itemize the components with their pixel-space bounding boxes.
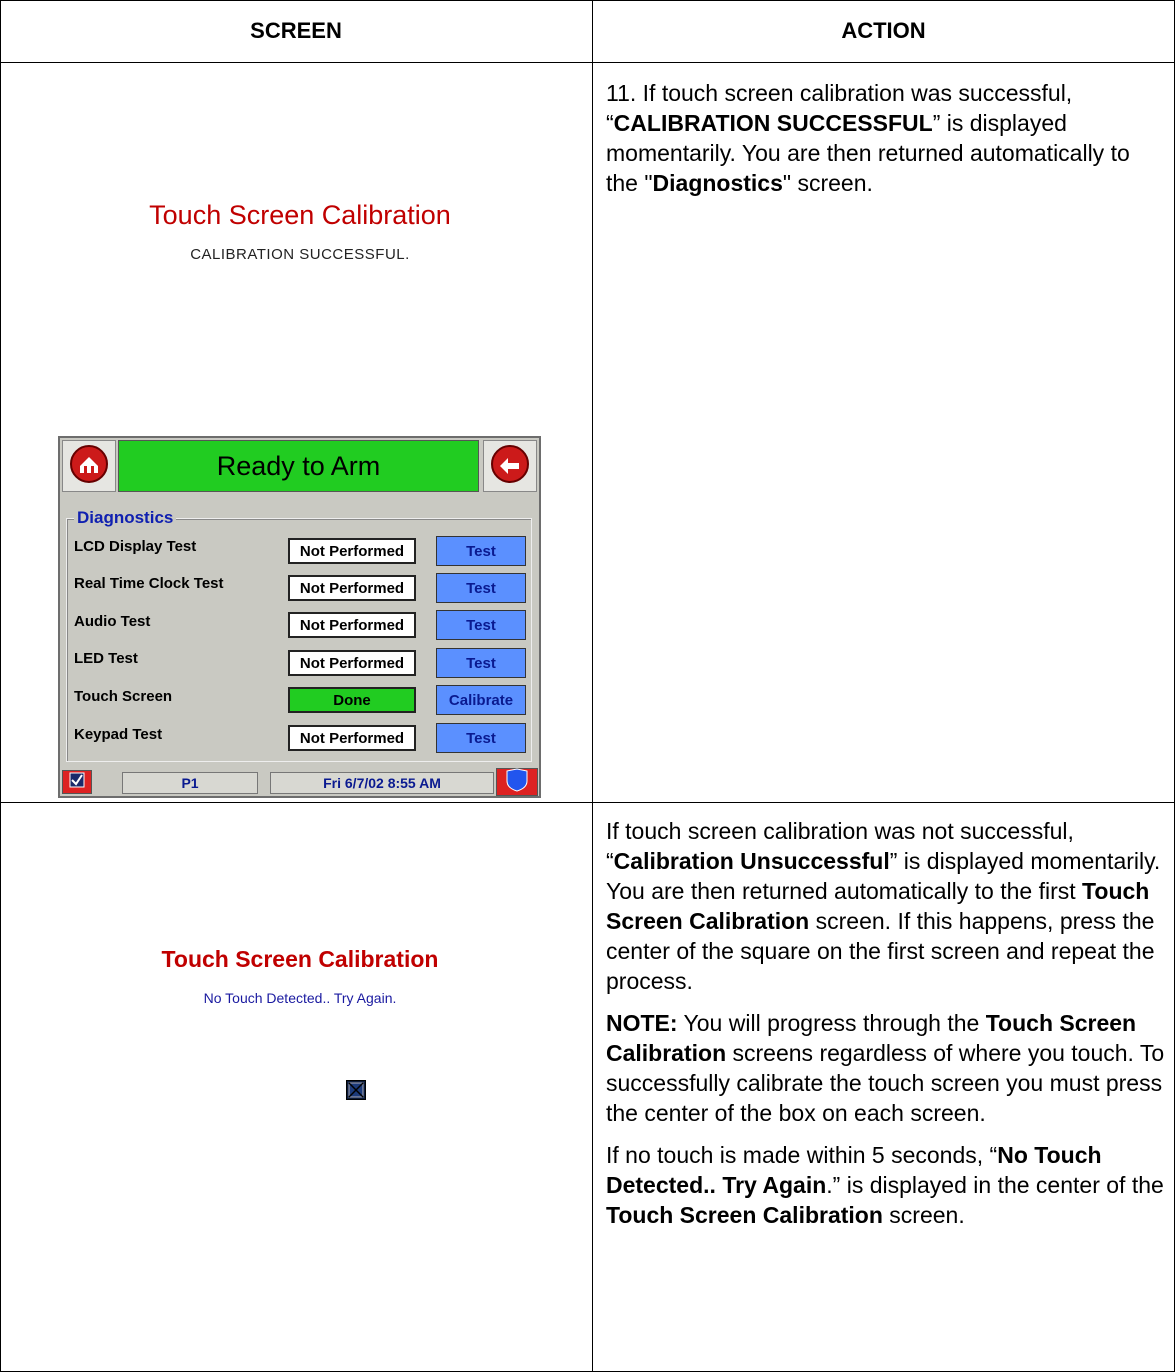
home-button[interactable]: [62, 440, 116, 492]
diag-row-status: Not Performed: [288, 575, 416, 601]
diagnostics-group-label: Diagnostics: [74, 508, 177, 528]
date-time: Fri 6/7/02 8:55 AM: [270, 772, 494, 794]
diag-row-status: Not Performed: [288, 725, 416, 751]
system-status: Ready to Arm: [118, 440, 479, 492]
diag-row-status: Not Performed: [288, 612, 416, 638]
diag-row-status: Not Performed: [288, 538, 416, 564]
diag-row-status: Done: [288, 687, 416, 713]
column-header-action: ACTION: [841, 18, 926, 43]
page-indicator: P1: [122, 772, 258, 794]
test-button[interactable]: Test: [436, 723, 526, 753]
header-divider: [0, 62, 1175, 63]
back-arrow-icon: [490, 444, 530, 489]
shield-icon: [504, 767, 530, 797]
bottom-bar: P1 Fri 6/7/02 8:55 AM: [60, 767, 539, 797]
calibration-message: CALIBRATION SUCCESSFUL.: [190, 246, 410, 263]
table-border-left: [0, 0, 1, 1372]
test-button[interactable]: Test: [436, 648, 526, 678]
test-button[interactable]: Test: [436, 536, 526, 566]
column-divider: [592, 0, 593, 1372]
calibration-title: Touch Screen Calibration: [161, 946, 439, 972]
diag-row-label: Keypad Test: [74, 726, 163, 743]
diag-row-status: Not Performed: [288, 650, 416, 676]
calibration-title: Touch Screen Calibration: [149, 200, 451, 230]
checkbox-button[interactable]: [62, 770, 92, 794]
calibration-message: No Touch Detected.. Try Again.: [203, 990, 397, 1006]
action-paragraph: If no touch is made within 5 seconds, “N…: [606, 1142, 1164, 1228]
action-text-success: 11. If touch screen calibration was succ…: [606, 80, 1130, 196]
shield-button[interactable]: [496, 767, 538, 797]
diagnostics-screen: Ready to Arm Diagnostics LCD Display Tes…: [58, 436, 541, 798]
home-icon: [69, 444, 109, 489]
diag-row-label: Audio Test: [74, 613, 151, 630]
diag-row-label: LCD Display Test: [74, 538, 197, 555]
calibrate-button[interactable]: Calibrate: [436, 685, 526, 715]
instruction-table: SCREEN ACTION Touch Screen Calibration C…: [0, 0, 1175, 1372]
column-header-screen: SCREEN: [250, 18, 342, 43]
action-paragraph: If touch screen calibration was not succ…: [606, 818, 1161, 994]
back-button[interactable]: [483, 440, 537, 492]
diag-row-label: Real Time Clock Test: [74, 575, 224, 592]
checkbox-icon: [69, 772, 85, 793]
test-button[interactable]: Test: [436, 610, 526, 640]
diag-row-label: Touch Screen: [74, 688, 173, 705]
action-note: NOTE: You will progress through the Touc…: [606, 1010, 1165, 1126]
action-text-unsuccessful: If touch screen calibration was not succ…: [606, 816, 1166, 1230]
calibration-target-square[interactable]: [346, 1080, 366, 1100]
row-divider: [0, 802, 1175, 803]
top-bar: Ready to Arm: [60, 438, 539, 494]
diag-row-label: LED Test: [74, 650, 138, 667]
test-button[interactable]: Test: [436, 573, 526, 603]
